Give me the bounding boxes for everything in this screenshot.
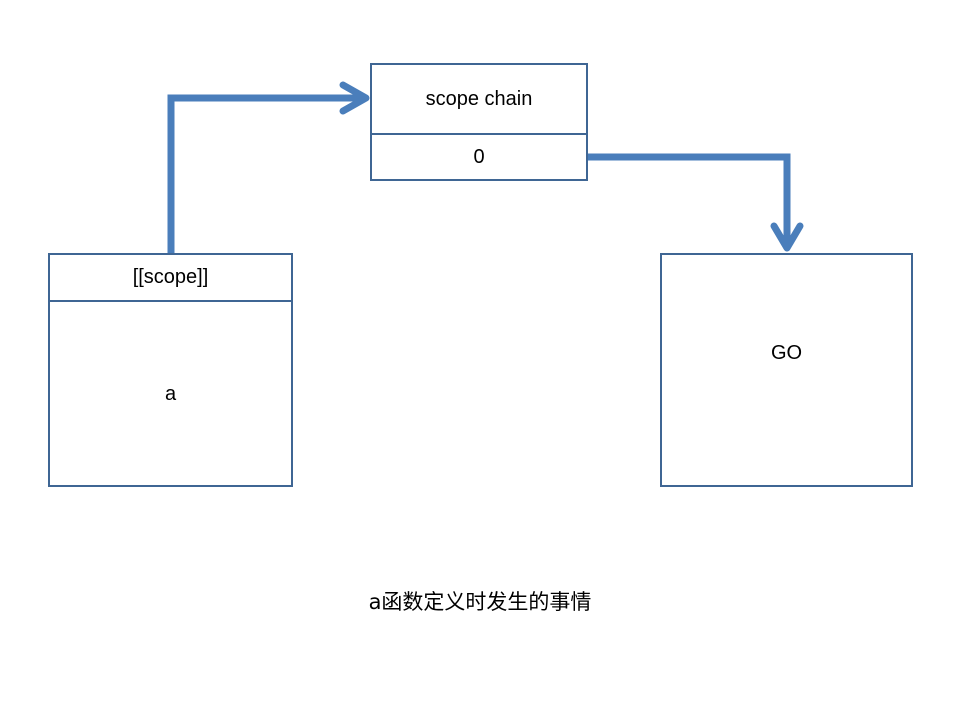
scope-chain-slot-0: 0 bbox=[473, 145, 485, 168]
go-box: GO bbox=[660, 253, 913, 487]
go-label: GO bbox=[770, 341, 803, 364]
arrow-scope-to-scope-chain-head bbox=[339, 81, 370, 115]
arrow-scope-to-scope-chain bbox=[167, 94, 366, 254]
function-a-name: a bbox=[164, 382, 177, 405]
function-a-scope-header: [[scope]] bbox=[132, 266, 209, 288]
diagram-caption: a函数定义时发生的事情 bbox=[368, 590, 592, 614]
function-a-box: [[scope]] a bbox=[48, 253, 293, 487]
scope-chain-box: scope chain 0 bbox=[370, 63, 588, 181]
arrow-slot0-to-go-head bbox=[770, 222, 804, 252]
scope-chain-title: scope chain bbox=[425, 87, 533, 110]
arrow-slot0-to-go bbox=[587, 153, 791, 248]
